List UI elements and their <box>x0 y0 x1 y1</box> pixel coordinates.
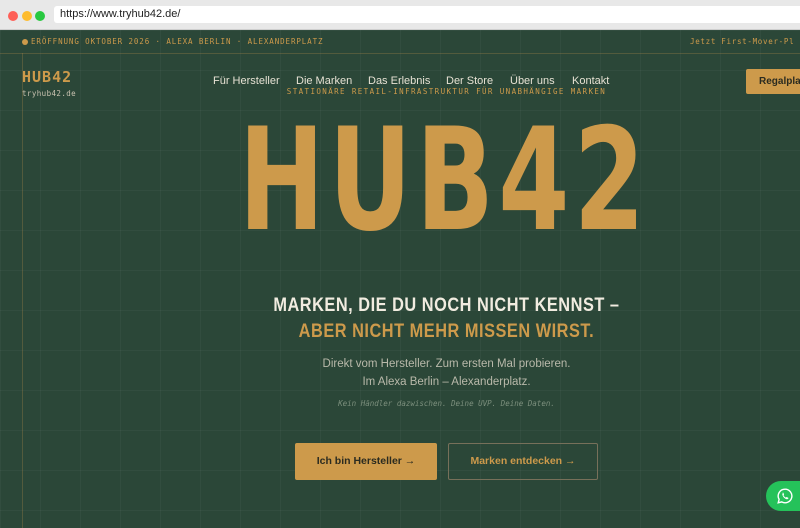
nav-der-store[interactable]: Der Store <box>446 75 493 87</box>
hero-headline-accent: ABER NICHT MEHR MISSEN WIRST. <box>298 321 595 342</box>
hero-location: Im Alexa Berlin – Alexanderplatz. <box>362 376 531 388</box>
nav-das-erlebnis[interactable]: Das Erlebnis <box>368 75 430 87</box>
announcement-text: ERÖFFNUNG OKTOBER 2026 · ALEXA BERLIN · … <box>31 37 324 46</box>
page: ERÖFFNUNG OKTOBER 2026 · ALEXA BERLIN · … <box>0 30 800 528</box>
nav-fuer-hersteller[interactable]: Für Hersteller <box>213 75 280 87</box>
hero-note: Kein Händler dazwischen. Deine UVP. Dein… <box>338 399 555 408</box>
maximize-window-button[interactable] <box>35 11 45 21</box>
announcement: ERÖFFNUNG OKTOBER 2026 · ALEXA BERLIN · … <box>22 37 323 46</box>
decorative-line <box>22 53 23 528</box>
nav-kontakt[interactable]: Kontakt <box>572 75 609 87</box>
hero-description: Direkt vom Hersteller. Zum ersten Mal pr… <box>322 358 571 370</box>
hersteller-button[interactable]: Ich bin Hersteller → <box>295 443 437 480</box>
close-window-button[interactable] <box>8 11 18 21</box>
first-mover-link[interactable]: Jetzt First-Mover-Pl <box>690 37 794 46</box>
marken-entdecken-button[interactable]: Marken entdecken → <box>448 443 598 480</box>
bullet-icon <box>22 38 28 45</box>
browser-chrome: https://www.tryhub42.de/ <box>0 0 800 30</box>
hero-title: HUB42 <box>238 98 650 263</box>
announcement-bar: ERÖFFNUNG OKTOBER 2026 · ALEXA BERLIN · … <box>0 30 800 54</box>
nav-ueber-uns[interactable]: Über uns <box>510 75 555 87</box>
nav-die-marken[interactable]: Die Marken <box>296 75 352 87</box>
whatsapp-icon <box>777 488 793 504</box>
minimize-window-button[interactable] <box>22 11 32 21</box>
address-bar[interactable]: https://www.tryhub42.de/ <box>54 6 800 23</box>
hero-tagline: STATIONÄRE RETAIL-INFRASTRUKTUR FÜR UNAB… <box>286 87 607 96</box>
logo[interactable]: HUB42 <box>22 68 72 86</box>
whatsapp-button[interactable] <box>766 481 800 511</box>
hero-headline: MARKEN, DIE DU NOCH NICHT KENNST – <box>273 295 620 316</box>
